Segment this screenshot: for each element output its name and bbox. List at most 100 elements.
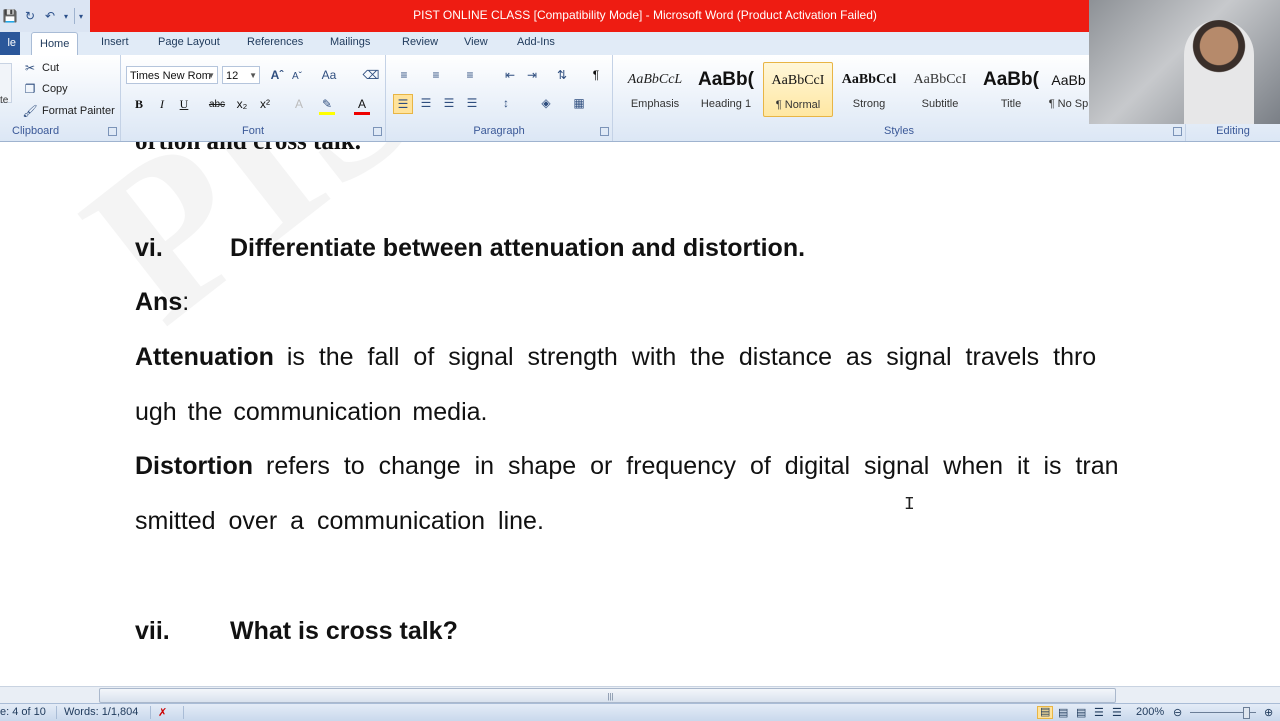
style-preview: AaBb bbox=[1051, 72, 1086, 88]
clipboard-launcher-icon[interactable] bbox=[108, 127, 117, 136]
zoom-slider-thumb[interactable] bbox=[1243, 707, 1250, 719]
grow-font-button[interactable]: Aˆ bbox=[269, 67, 285, 83]
line-spacing-button[interactable]: ↕ bbox=[498, 95, 514, 111]
style-heading-1[interactable]: AaBb( Heading 1 bbox=[691, 62, 761, 117]
page-count[interactable]: e: 4 of 10 bbox=[0, 706, 46, 718]
partial-line: ortion and cross talk. bbox=[135, 142, 361, 156]
style-preview: AaBb( bbox=[983, 69, 1039, 90]
word-count[interactable]: Words: 1/1,804 bbox=[64, 706, 138, 718]
style-normal[interactable]: AaBbCcI ¶ Normal bbox=[763, 62, 833, 117]
highlight-button[interactable]: ✎ bbox=[319, 96, 335, 115]
draft-view-icon[interactable]: ☰ bbox=[1112, 706, 1122, 719]
ans-word: Ans bbox=[135, 288, 183, 316]
change-case-button[interactable]: Aa bbox=[321, 67, 337, 83]
change-case-icon: Aa bbox=[321, 68, 337, 82]
distortion-term: Distortion bbox=[135, 452, 254, 480]
format-painter-label: Format Painter bbox=[42, 105, 115, 117]
zoom-out-icon[interactable]: ⊖ bbox=[1173, 706, 1182, 719]
horizontal-scrollbar[interactable]: ||| bbox=[0, 686, 1280, 704]
italic-button[interactable]: I bbox=[154, 96, 170, 112]
distortion-line-2: smitted over a communication line. bbox=[135, 507, 544, 535]
paragraph-group: ≡ ≡ ≡ ⇤ ⇥ ⇅ ¶ ☰ ☰ ☰ ☰ ↕ ◈ ▦ Paragraph bbox=[386, 55, 613, 141]
tab-home[interactable]: Home bbox=[31, 32, 79, 57]
text-effects-icon: A bbox=[294, 97, 303, 111]
justify-button[interactable]: ☰ bbox=[464, 95, 480, 111]
copy-button[interactable]: ❐ Copy bbox=[22, 81, 68, 97]
zoom-level[interactable]: 200% bbox=[1136, 706, 1164, 718]
text-cursor-icon: I bbox=[904, 495, 915, 515]
font-name-combo[interactable]: Times New Rom ▼ bbox=[126, 66, 218, 84]
tab-file[interactable]: le bbox=[0, 32, 20, 55]
paragraph-launcher-icon[interactable] bbox=[600, 127, 609, 136]
webcam-video bbox=[1089, 0, 1280, 124]
full-screen-reading-view-icon[interactable]: ▤ bbox=[1058, 706, 1068, 719]
style-preview: AaBbCcl bbox=[841, 72, 897, 87]
decrease-indent-button[interactable]: ⇤ bbox=[502, 67, 518, 83]
tab-mailings[interactable]: Mailings bbox=[330, 36, 370, 48]
font-size-combo[interactable]: 12 ▼ bbox=[222, 66, 260, 84]
align-center-button[interactable]: ☰ bbox=[418, 95, 434, 111]
question-text: Differentiate between attenuation and di… bbox=[230, 234, 806, 262]
strikethrough-button[interactable]: abc bbox=[209, 96, 225, 112]
style-emphasis[interactable]: AaBbCcL Emphasis bbox=[620, 62, 690, 117]
tab-insert[interactable]: Insert bbox=[101, 36, 129, 48]
show-formatting-button[interactable]: ¶ bbox=[588, 67, 604, 83]
subscript-button[interactable]: x₂ bbox=[234, 96, 250, 112]
align-right-icon: ☰ bbox=[443, 96, 455, 110]
shrink-font-button[interactable]: Aˇ bbox=[289, 68, 305, 84]
cut-button[interactable]: ✂ Cut bbox=[22, 60, 59, 76]
shading-button[interactable]: ◈ bbox=[538, 95, 554, 111]
style-preview: AaBbCcI bbox=[913, 72, 967, 87]
tab-add-ins[interactable]: Add-Ins bbox=[517, 36, 555, 48]
status-divider bbox=[183, 706, 184, 719]
tab-view[interactable]: View bbox=[464, 36, 488, 48]
text-effects-button[interactable]: A bbox=[291, 96, 307, 112]
style-name: Subtitle bbox=[921, 98, 959, 110]
document-area[interactable]: PIST ortion and cross talk. vi.Different… bbox=[0, 142, 1280, 686]
font-launcher-icon[interactable] bbox=[373, 127, 382, 136]
sort-button[interactable]: ⇅ bbox=[554, 67, 570, 83]
tab-page-layout[interactable]: Page Layout bbox=[158, 36, 220, 48]
styles-gallery: AaBbCcL Emphasis AaBb( Heading 1 AaBbCcI… bbox=[620, 62, 1090, 117]
font-color-button[interactable]: A bbox=[354, 96, 370, 115]
superscript-button[interactable]: x² bbox=[257, 96, 273, 112]
bold-icon: B bbox=[134, 96, 143, 111]
styles-launcher-icon[interactable] bbox=[1173, 127, 1182, 136]
bold-button[interactable]: B bbox=[131, 96, 147, 112]
copy-label: Copy bbox=[42, 83, 68, 95]
style-title[interactable]: AaBb( Title bbox=[976, 62, 1046, 117]
paragraph-group-label: Paragraph bbox=[473, 125, 525, 137]
style-no-spacing[interactable]: AaBb ¶ No Sp bbox=[1047, 62, 1090, 117]
format-painter-button[interactable]: 🖌 Format Painter bbox=[22, 103, 115, 119]
multilevel-list-button[interactable]: ≡ bbox=[462, 67, 478, 83]
align-left-button[interactable]: ☰ bbox=[393, 94, 413, 114]
scrollbar-thumb[interactable]: ||| bbox=[99, 688, 1116, 703]
numbering-button[interactable]: ≡ bbox=[428, 67, 444, 83]
increase-indent-button[interactable]: ⇥ bbox=[524, 67, 540, 83]
align-center-icon: ☰ bbox=[420, 96, 432, 110]
style-subtitle[interactable]: AaBbCcI Subtitle bbox=[905, 62, 975, 117]
clear-formatting-button[interactable]: ⌫ bbox=[362, 67, 380, 83]
underline-button[interactable]: U bbox=[176, 96, 192, 112]
scissors-icon: ✂ bbox=[24, 61, 36, 75]
answer-label: Ans: bbox=[135, 288, 189, 317]
bullets-button[interactable]: ≡ bbox=[396, 67, 412, 83]
style-strong[interactable]: AaBbCcl Strong bbox=[834, 62, 904, 117]
font-name-value: Times New Rom bbox=[130, 70, 211, 82]
proofing-error-icon[interactable]: ✗ bbox=[158, 706, 167, 719]
clear-formatting-icon: ⌫ bbox=[362, 68, 380, 82]
tab-references[interactable]: References bbox=[247, 36, 303, 48]
pilcrow-icon: ¶ bbox=[592, 68, 600, 82]
borders-button[interactable]: ▦ bbox=[571, 95, 587, 111]
question-text: What is cross talk? bbox=[230, 617, 458, 645]
print-layout-view-icon[interactable]: ▤ bbox=[1037, 706, 1054, 719]
attenuation-line-1: Attenuation is the fall of signal streng… bbox=[135, 343, 1096, 372]
tab-review[interactable]: Review bbox=[402, 36, 438, 48]
align-right-button[interactable]: ☰ bbox=[441, 95, 457, 111]
outline-view-icon[interactable]: ☰ bbox=[1094, 706, 1104, 719]
grip-icon: ||| bbox=[607, 692, 614, 701]
borders-icon: ▦ bbox=[573, 96, 585, 110]
question-7: vii. What is cross talk? bbox=[135, 617, 458, 646]
zoom-in-icon[interactable]: ⊕ bbox=[1264, 706, 1273, 719]
web-layout-view-icon[interactable]: ▤ bbox=[1076, 706, 1086, 719]
